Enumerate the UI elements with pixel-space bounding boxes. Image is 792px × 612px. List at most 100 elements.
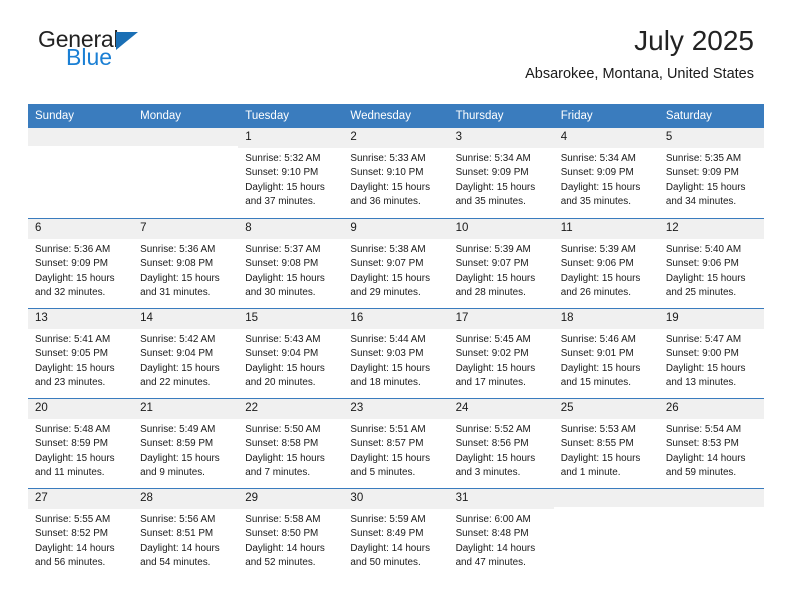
day-details: Sunrise: 6:00 AM Sunset: 8:48 PM Daylight:… xyxy=(449,509,554,571)
sunset-text: Sunset: 8:56 PM xyxy=(455,438,529,450)
sunrise-text: Sunrise: 5:42 AM xyxy=(140,333,216,345)
day-number: 18 xyxy=(553,309,659,329)
triangle-icon xyxy=(116,32,139,50)
sunset-text: Sunset: 9:09 PM xyxy=(455,167,529,179)
calendar-day-cell[interactable]: 12 Sunrise: 5:40 AM Sunset: 9:06 PM Dayligh… xyxy=(658,219,764,309)
calendar-day-cell[interactable]: 25 Sunrise: 5:53 AM Sunset: 8:55 PM Dayligh… xyxy=(553,399,659,489)
daylight-text: Daylight: 15 hours and 23 minutes. xyxy=(35,362,115,389)
sunset-text: Sunset: 9:05 PM xyxy=(35,348,109,360)
sunrise-text: Sunrise: 5:34 AM xyxy=(560,152,636,164)
daylight-text: Daylight: 14 hours and 50 minutes. xyxy=(350,542,431,569)
day-details: Sunrise: 5:42 AM Sunset: 9:04 PM Daylight:… xyxy=(133,329,238,391)
calendar-day-cell[interactable]: 17 Sunrise: 5:45 AM Sunset: 9:02 PM Dayligh… xyxy=(448,309,554,399)
page-subtitle: Absarokee, Montana, United States xyxy=(525,65,754,82)
sunset-text: Sunset: 9:10 PM xyxy=(350,167,424,179)
daylight-text: Daylight: 14 hours and 56 minutes. xyxy=(35,542,115,569)
day-details: Sunrise: 5:41 AM Sunset: 9:05 PM Daylight:… xyxy=(28,329,133,391)
logo-text-general: General xyxy=(38,26,119,52)
sunrise-text: Sunrise: 5:36 AM xyxy=(140,243,216,255)
daylight-text: Daylight: 15 hours and 15 minutes. xyxy=(560,362,641,389)
sunset-text: Sunset: 9:09 PM xyxy=(35,258,109,270)
calendar-day-cell[interactable]: 5 Sunrise: 5:35 AM Sunset: 9:09 PM Daylight… xyxy=(658,128,764,219)
sunrise-text: Sunrise: 5:33 AM xyxy=(350,152,426,164)
day-details: Sunrise: 5:54 AM Sunset: 8:53 PM Daylight:… xyxy=(659,419,764,481)
calendar-week-row: 1 Sunrise: 5:32 AM Sunset: 9:10 PM Daylight… xyxy=(28,128,764,219)
calendar-day-cell[interactable]: 10 Sunrise: 5:39 AM Sunset: 9:07 PM Dayligh… xyxy=(448,219,554,309)
sunset-text: Sunset: 9:10 PM xyxy=(245,167,319,179)
calendar-day-cell[interactable]: 23 Sunrise: 5:51 AM Sunset: 8:57 PM Dayligh… xyxy=(343,399,449,489)
calendar-day-cell[interactable]: 3 Sunrise: 5:34 AM Sunset: 9:09 PM Daylight… xyxy=(448,128,554,219)
calendar-day-cell[interactable]: 7 Sunrise: 5:36 AM Sunset: 9:08 PM Daylight… xyxy=(133,219,239,309)
calendar-day-cell[interactable]: 8 Sunrise: 5:37 AM Sunset: 9:08 PM Daylight… xyxy=(238,219,344,309)
generalblue-logo[interactable]: General Blue xyxy=(38,26,139,69)
day-details: Sunrise: 5:53 AM Sunset: 8:55 PM Daylight:… xyxy=(554,419,659,481)
daylight-text: Daylight: 15 hours and 9 minutes. xyxy=(140,452,220,479)
day-number: 2 xyxy=(343,128,449,148)
calendar-day-cell[interactable]: 27 Sunrise: 5:55 AM Sunset: 8:52 PM Dayligh… xyxy=(28,489,134,579)
calendar-day-cell[interactable]: 19 Sunrise: 5:47 AM Sunset: 9:00 PM Dayligh… xyxy=(658,309,764,399)
day-number xyxy=(133,128,239,147)
day-details: Sunrise: 5:49 AM Sunset: 8:59 PM Daylight:… xyxy=(133,419,238,481)
day-number: 6 xyxy=(28,219,134,239)
calendar-day-cell[interactable]: 21 Sunrise: 5:49 AM Sunset: 8:59 PM Dayligh… xyxy=(133,399,239,489)
sunset-text: Sunset: 9:00 PM xyxy=(665,348,739,360)
day-number: 1 xyxy=(238,128,344,148)
daylight-text: Daylight: 15 hours and 25 minutes. xyxy=(665,272,746,299)
daylight-text: Daylight: 15 hours and 30 minutes. xyxy=(245,272,325,299)
daylight-text: Daylight: 15 hours and 32 minutes. xyxy=(35,272,115,299)
calendar-day-cell[interactable]: 30 Sunrise: 5:59 AM Sunset: 8:49 PM Dayligh… xyxy=(343,489,449,579)
sunset-text: Sunset: 8:59 PM xyxy=(140,438,214,450)
sunrise-text: Sunrise: 5:34 AM xyxy=(455,152,531,164)
day-number: 5 xyxy=(658,128,764,148)
calendar-day-cell[interactable]: 28 Sunrise: 5:56 AM Sunset: 8:51 PM Dayligh… xyxy=(133,489,239,579)
day-details: Sunrise: 5:36 AM Sunset: 9:08 PM Daylight:… xyxy=(133,239,238,301)
calendar-day-cell[interactable]: 20 Sunrise: 5:48 AM Sunset: 8:59 PM Dayligh… xyxy=(28,399,134,489)
daylight-text: Daylight: 15 hours and 17 minutes. xyxy=(455,362,536,389)
calendar-day-cell[interactable]: 2 Sunrise: 5:33 AM Sunset: 9:10 PM Daylight… xyxy=(343,128,449,219)
sunset-text: Sunset: 9:09 PM xyxy=(560,167,634,179)
calendar-day-cell[interactable]: 31 Sunrise: 6:00 AM Sunset: 8:48 PM Dayligh… xyxy=(448,489,554,579)
day-details: Sunrise: 5:52 AM Sunset: 8:56 PM Daylight:… xyxy=(449,419,554,481)
calendar-weeks: 1 Sunrise: 5:32 AM Sunset: 9:10 PM Daylight… xyxy=(28,128,764,579)
calendar-day-cell[interactable]: 15 Sunrise: 5:43 AM Sunset: 9:04 PM Dayligh… xyxy=(238,309,344,399)
sunset-text: Sunset: 8:51 PM xyxy=(140,528,214,540)
calendar-day-cell[interactable]: 13 Sunrise: 5:41 AM Sunset: 9:05 PM Dayligh… xyxy=(28,309,134,399)
day-details: Sunrise: 5:43 AM Sunset: 9:04 PM Daylight:… xyxy=(238,329,343,391)
daylight-text: Daylight: 15 hours and 3 minutes. xyxy=(455,452,536,479)
day-details: Sunrise: 5:33 AM Sunset: 9:10 PM Daylight:… xyxy=(343,148,448,210)
day-details: Sunrise: 5:50 AM Sunset: 8:58 PM Daylight:… xyxy=(238,419,343,481)
weekday-header-friday: Friday xyxy=(560,110,593,122)
day-number: 10 xyxy=(448,219,554,239)
calendar-day-cell[interactable]: 29 Sunrise: 5:58 AM Sunset: 8:50 PM Dayligh… xyxy=(238,489,344,579)
calendar-day-cell[interactable]: 1 Sunrise: 5:32 AM Sunset: 9:10 PM Daylight… xyxy=(238,128,344,219)
calendar-day-cell[interactable]: 11 Sunrise: 5:39 AM Sunset: 9:06 PM Dayligh… xyxy=(553,219,659,309)
sunset-text: Sunset: 8:57 PM xyxy=(350,438,424,450)
calendar-day-cell[interactable]: 26 Sunrise: 5:54 AM Sunset: 8:53 PM Dayligh… xyxy=(658,399,764,489)
calendar-day-cell[interactable]: 16 Sunrise: 5:44 AM Sunset: 9:03 PM Dayligh… xyxy=(343,309,449,399)
calendar-day-cell[interactable]: 18 Sunrise: 5:46 AM Sunset: 9:01 PM Dayligh… xyxy=(553,309,659,399)
day-details: Sunrise: 5:40 AM Sunset: 9:06 PM Daylight:… xyxy=(659,239,764,301)
sunrise-text: Sunrise: 5:53 AM xyxy=(560,423,636,435)
sunrise-text: Sunrise: 5:39 AM xyxy=(455,243,531,255)
day-details: Sunrise: 5:35 AM Sunset: 9:09 PM Daylight:… xyxy=(659,148,764,210)
daylight-text: Daylight: 15 hours and 20 minutes. xyxy=(245,362,325,389)
sunrise-text: Sunrise: 5:59 AM xyxy=(350,513,426,525)
calendar-day-cell[interactable]: 22 Sunrise: 5:50 AM Sunset: 8:58 PM Dayligh… xyxy=(238,399,344,489)
calendar-day-cell[interactable]: 9 Sunrise: 5:38 AM Sunset: 9:07 PM Daylight… xyxy=(343,219,449,309)
sunset-text: Sunset: 9:06 PM xyxy=(560,258,634,270)
calendar-day-cell-empty xyxy=(133,128,239,219)
calendar-day-cell[interactable]: 24 Sunrise: 5:52 AM Sunset: 8:56 PM Dayligh… xyxy=(448,399,554,489)
sunset-text: Sunset: 9:06 PM xyxy=(665,258,739,270)
sunrise-text: Sunrise: 5:43 AM xyxy=(245,333,321,345)
calendar-day-cell[interactable]: 6 Sunrise: 5:36 AM Sunset: 9:09 PM Daylight… xyxy=(28,219,134,309)
day-details: Sunrise: 5:56 AM Sunset: 8:51 PM Daylight:… xyxy=(133,509,238,571)
calendar-grid: Sunday Monday Tuesday Wednesday Thursday Frid… xyxy=(28,104,764,579)
day-number: 30 xyxy=(343,489,449,509)
calendar-day-cell[interactable]: 14 Sunrise: 5:42 AM Sunset: 9:04 PM Dayligh… xyxy=(133,309,239,399)
day-number: 23 xyxy=(343,399,449,419)
calendar-day-cell[interactable]: 4 Sunrise: 5:34 AM Sunset: 9:09 PM Daylight… xyxy=(553,128,659,219)
sunset-text: Sunset: 8:58 PM xyxy=(245,438,319,450)
page-header: General Blue July 2025 Absarokee, Montan… xyxy=(28,0,764,82)
daylight-text: Daylight: 15 hours and 35 minutes. xyxy=(560,181,641,208)
daylight-text: Daylight: 15 hours and 36 minutes. xyxy=(350,181,431,208)
